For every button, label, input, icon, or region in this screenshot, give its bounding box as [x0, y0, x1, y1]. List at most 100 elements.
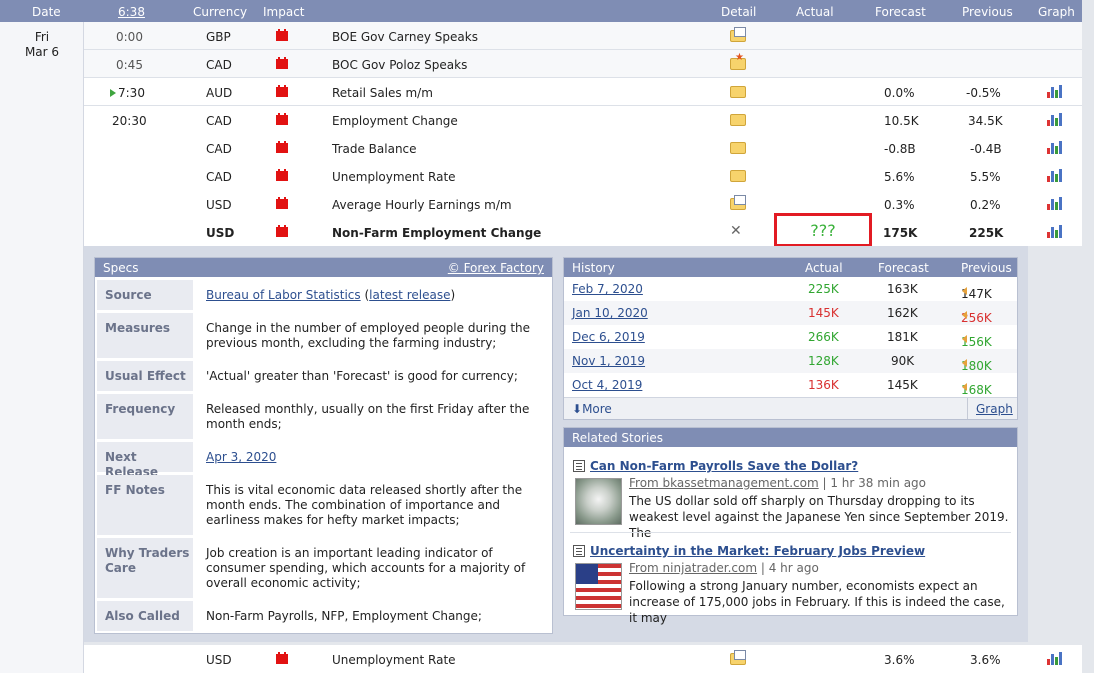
story-thumbnail-coin[interactable] — [575, 478, 622, 525]
event-row[interactable]: CAD Unemployment Rate 5.6% 5.5% — [84, 162, 1082, 190]
event-row[interactable]: 0:45 CAD BOC Gov Poloz Speaks — [84, 50, 1082, 78]
spec-measures: Measures Change in the number of employe… — [97, 313, 552, 358]
more-history-link[interactable]: ⬇More — [572, 402, 612, 416]
high-impact-icon — [276, 169, 288, 181]
event-currency: CAD — [206, 170, 232, 184]
spec-next-release: Next Release Apr 3, 2020 — [97, 442, 552, 479]
event-title: Trade Balance — [332, 142, 417, 156]
high-impact-icon — [276, 85, 288, 97]
bar-chart-icon[interactable] — [1047, 113, 1062, 126]
story-excerpt: Following a strong January number, econo… — [629, 579, 1005, 625]
story-title-link[interactable]: Uncertainty in the Market: February Jobs… — [590, 544, 925, 558]
story-thumbnail-flag[interactable] — [575, 563, 622, 610]
history-date-link[interactable]: Oct 4, 2019 — [572, 378, 642, 392]
history-row: Dec 6, 2019 266K 181K 156K — [572, 330, 992, 349]
history-date-link[interactable]: Jan 10, 2020 — [572, 306, 648, 320]
detail-folder-icon[interactable] — [730, 650, 746, 665]
event-row[interactable]: 7:30 AUD Retail Sales m/m 0.0% -0.5% — [84, 78, 1082, 106]
bar-chart-icon[interactable] — [1047, 197, 1062, 210]
detail-folder-icon[interactable] — [730, 114, 746, 126]
event-time: 0:45 — [116, 58, 143, 72]
event-currency: CAD — [206, 58, 232, 72]
history-date-link[interactable]: Dec 6, 2019 — [572, 330, 645, 344]
spec-frequency: Frequency Released monthly, usually on t… — [97, 394, 552, 439]
history-date-link[interactable]: Nov 1, 2019 — [572, 354, 645, 368]
event-currency: CAD — [206, 114, 232, 128]
event-time: 0:00 — [116, 30, 143, 44]
event-title: BOE Gov Carney Speaks — [332, 30, 478, 44]
event-previous: 3.6% — [970, 653, 1001, 667]
event-previous: -0.4B — [970, 142, 1002, 156]
history-header: History Actual Forecast Previous — [564, 258, 1017, 277]
event-forecast: 0.3% — [884, 198, 915, 212]
bar-chart-icon[interactable] — [1047, 141, 1062, 154]
calendar-frame: Date 6:38 Currency Impact Detail Actual … — [0, 0, 1094, 673]
specs-title: Specs — [103, 261, 139, 275]
next-release-link[interactable]: Apr 3, 2020 — [206, 450, 276, 464]
story-source-link[interactable]: From bkassetmanagement.com — [629, 476, 819, 490]
bar-chart-icon[interactable] — [1047, 225, 1062, 238]
event-forecast: -0.8B — [884, 142, 916, 156]
story-source-link[interactable]: From ninjatrader.com — [629, 561, 757, 575]
day-weekday: Fri — [34, 30, 50, 44]
bar-chart-icon[interactable] — [1047, 652, 1062, 665]
event-row[interactable]: 20:30 CAD Employment Change 10.5K 34.5K — [84, 106, 1082, 134]
specs-panel: Specs © Forex Factory Source Bureau of L… — [94, 257, 553, 634]
detail-folder-icon[interactable] — [730, 142, 746, 154]
bar-chart-icon[interactable] — [1047, 169, 1062, 182]
high-impact-icon — [276, 57, 288, 69]
header-graph: Graph — [1038, 5, 1075, 19]
event-forecast: 10.5K — [884, 114, 919, 128]
story-age: 1 hr 38 min ago — [830, 476, 927, 490]
latest-release-link[interactable]: latest release — [369, 288, 450, 302]
forex-factory-link[interactable]: © Forex Factory — [448, 261, 544, 275]
event-currency: AUD — [206, 86, 233, 100]
spec-usual-effect: Usual Effect 'Actual' greater than 'Fore… — [97, 361, 552, 391]
story-title-link[interactable]: Can Non-Farm Payrolls Save the Dollar? — [590, 459, 858, 473]
history-footer: ⬇More Graph — [564, 397, 1017, 419]
event-time: 20:30 — [112, 114, 147, 128]
event-title: Unemployment Rate — [332, 653, 456, 667]
graph-link[interactable]: Graph — [976, 402, 1013, 416]
bar-chart-icon[interactable] — [1047, 85, 1062, 98]
header-impact: Impact — [263, 5, 305, 19]
close-detail-icon[interactable]: ✕ — [730, 223, 742, 239]
high-impact-icon — [276, 225, 288, 237]
event-currency: CAD — [206, 142, 232, 156]
detail-folder-icon[interactable] — [730, 52, 746, 70]
high-impact-icon — [276, 652, 288, 664]
event-forecast: 5.6% — [884, 170, 915, 184]
event-row[interactable]: USD Unemployment Rate 3.6% 3.6% — [84, 645, 1082, 673]
header-forecast: Forecast — [875, 5, 926, 19]
detail-folder-icon[interactable] — [730, 86, 746, 98]
event-forecast: 3.6% — [884, 653, 915, 667]
event-previous: 225K — [969, 226, 1004, 240]
header-actual: Actual — [796, 5, 834, 19]
detail-folder-icon[interactable] — [730, 195, 746, 210]
header-date: Date — [32, 5, 61, 19]
stories-header: Related Stories — [564, 428, 1017, 447]
event-row[interactable]: 0:00 GBP BOE Gov Carney Speaks — [84, 22, 1082, 50]
source-link[interactable]: Bureau of Labor Statistics — [206, 288, 361, 302]
event-row[interactable]: USD Average Hourly Earnings m/m 0.3% 0.2… — [84, 190, 1082, 218]
spec-why-traders-care: Why Traders Care Job creation is an impo… — [97, 538, 552, 598]
event-title: Employment Change — [332, 114, 458, 128]
story-divider — [570, 532, 1011, 533]
specs-header: Specs © Forex Factory — [95, 258, 552, 277]
event-currency: USD — [206, 198, 232, 212]
detail-folder-icon[interactable] — [730, 170, 746, 182]
calendar-header: Date 6:38 Currency Impact Detail Actual … — [0, 0, 1082, 22]
event-forecast: 175K — [883, 226, 918, 240]
history-date-link[interactable]: Feb 7, 2020 — [572, 282, 643, 296]
story-excerpt: The US dollar sold off sharply on Thursd… — [629, 494, 1009, 540]
event-title: Unemployment Rate — [332, 170, 456, 184]
event-row-selected[interactable]: USD Non-Farm Employment Change ✕ 175K 22… — [84, 218, 1082, 246]
header-time-link[interactable]: 6:38 — [118, 5, 145, 19]
detail-folder-icon[interactable] — [730, 27, 746, 42]
high-impact-icon — [276, 29, 288, 41]
event-title: Retail Sales m/m — [332, 86, 433, 100]
event-time-current: 7:30 — [110, 86, 145, 100]
news-article-icon — [573, 460, 585, 472]
event-row[interactable]: CAD Trade Balance -0.8B -0.4B — [84, 134, 1082, 162]
spec-also-called: Also Called Non-Farm Payrolls, NFP, Empl… — [97, 601, 552, 631]
